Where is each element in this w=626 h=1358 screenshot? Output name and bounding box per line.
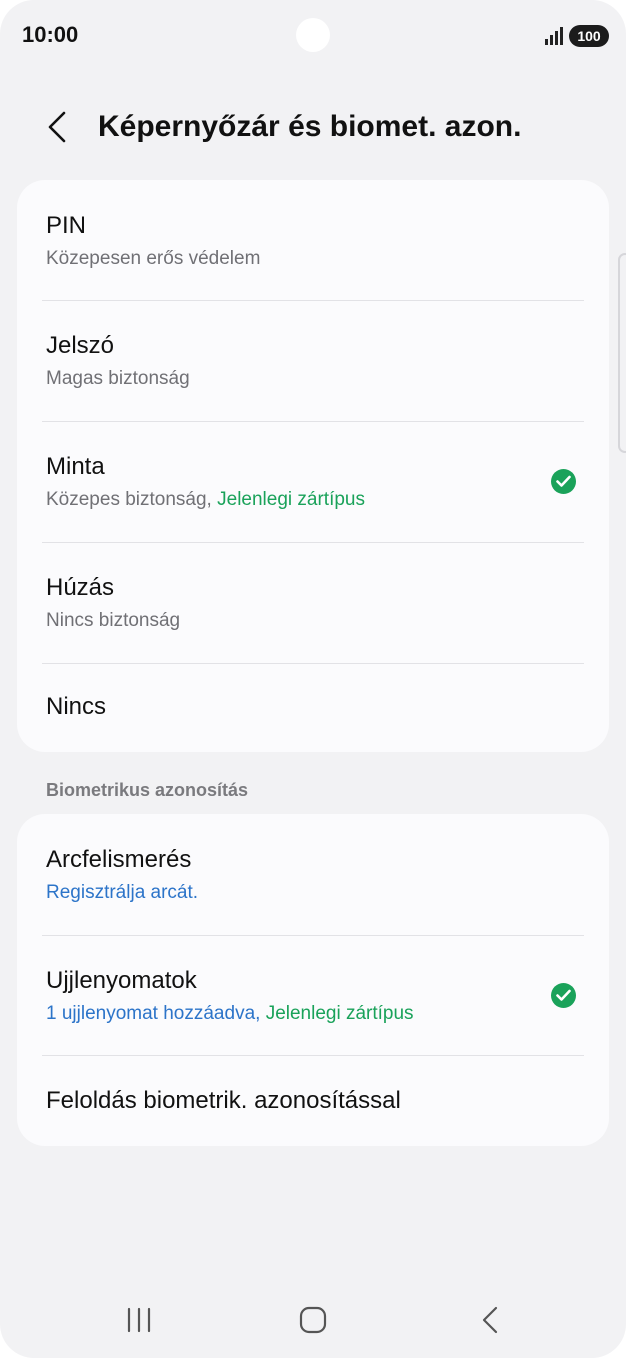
biometric-unlock-option[interactable]: Feloldás biometrik. azonosítással (17, 1055, 609, 1146)
biometric-subtitle: 1 ujjlenyomat hozzáadva, Jelenlegi zártí… (46, 1003, 414, 1025)
status-time: 10:00 (22, 22, 79, 47)
status-bar: 10:00 100 (0, 0, 626, 72)
lock-option-password[interactable]: Jelszó Magas biztonság (17, 300, 609, 421)
front-camera (296, 18, 330, 52)
lock-option-subtitle: Nincs biztonság (46, 610, 181, 631)
back-icon[interactable] (478, 1305, 502, 1335)
biometric-title: Arcfelismerés (46, 846, 192, 873)
back-button[interactable] (38, 107, 78, 147)
biometric-subtitle: Regisztrálja arcát. (46, 882, 199, 903)
scroll-handle[interactable] (618, 253, 626, 453)
lock-option-subtitle: Közepes biztonság, Jelenlegi zártípus (46, 489, 365, 511)
page-title: Képernyőzár és biomet. azon. (98, 110, 522, 143)
lock-option-title: Minta (46, 453, 105, 480)
lock-option-subtitle: Magas biztonság (46, 368, 190, 389)
lock-option-title: Húzás (46, 574, 115, 601)
recents-icon[interactable] (124, 1305, 154, 1335)
lock-option-title: PIN (46, 212, 87, 239)
biometric-fingerprints[interactable]: Ujjlenyomatok 1 ujjlenyomat hozzáadva, J… (17, 935, 609, 1055)
check-circle-icon (551, 469, 576, 494)
navigation-bar (0, 1290, 626, 1350)
section-header-biometrics: Biometrikus azonosítás (46, 780, 249, 800)
biometrics-card: Arcfelismerés Regisztrálja arcát. Ujjlen… (17, 814, 609, 1146)
home-icon[interactable] (299, 1306, 327, 1334)
lock-option-title: Nincs (46, 693, 107, 720)
chevron-left-icon (48, 111, 66, 143)
lock-option-swipe[interactable]: Húzás Nincs biztonság (17, 542, 609, 663)
signal-icon (545, 27, 563, 45)
lock-option-pattern[interactable]: Minta Közepes biztonság, Jelenlegi zártí… (17, 421, 609, 542)
lock-option-none[interactable]: Nincs (17, 663, 609, 752)
current-lock-type-label: Jelenlegi zártípus (217, 489, 365, 510)
battery-level: 100 (577, 28, 601, 44)
lock-option-title: Jelszó (46, 332, 115, 359)
security-level: Közepes biztonság, (46, 489, 218, 510)
check-circle-icon (551, 983, 576, 1008)
lock-type-card: PIN Közepesen erős védelem Jelszó Magas … (17, 180, 609, 752)
biometric-title: Ujjlenyomatok (46, 967, 197, 994)
lock-option-subtitle: Közepesen erős védelem (46, 248, 261, 269)
lock-option-pin[interactable]: PIN Közepesen erős védelem (17, 180, 609, 300)
current-lock-type-label: Jelenlegi zártípus (265, 1003, 414, 1024)
biometric-face-recognition[interactable]: Arcfelismerés Regisztrálja arcát. (17, 814, 609, 935)
phone-screen: 10:00 100 Képernyőzár és biomet. azon. P… (0, 0, 626, 1358)
battery-icon: 100 (569, 25, 609, 47)
page-header: Képernyőzár és biomet. azon. (0, 95, 626, 165)
biometric-title: Feloldás biometrik. azonosítással (46, 1087, 401, 1114)
fingerprint-count: 1 ujjlenyomat hozzáadva, (46, 1003, 266, 1024)
